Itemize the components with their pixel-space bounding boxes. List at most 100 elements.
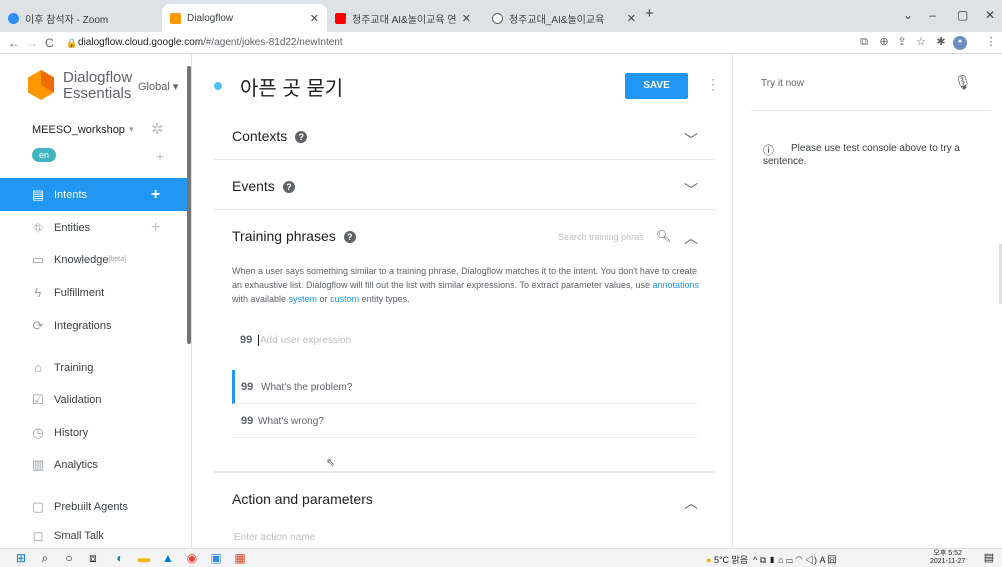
edge-icon[interactable]: ◐	[113, 551, 127, 565]
region-selector[interactable]: Global ▾	[138, 80, 178, 93]
restore-button[interactable]: ▢	[957, 8, 968, 22]
help-icon[interactable]: ?	[295, 131, 308, 143]
sidebar-item-label: Entities	[54, 221, 91, 234]
tab-site[interactable]: 청주교대_AI&놀이교육 ✕	[484, 4, 644, 32]
tab-dialogflow[interactable]: Dialogflow ✕	[162, 4, 327, 32]
lock-icon[interactable]: 🔒	[66, 38, 77, 49]
back-icon[interactable]: ←	[8, 36, 20, 50]
zoom-app-icon[interactable]: ▣	[209, 551, 223, 565]
sidebar-item-entities[interactable]: ⛗ Entities +	[0, 211, 188, 244]
forward-icon[interactable]: →	[26, 36, 38, 50]
close-icon[interactable]: ✕	[462, 12, 471, 25]
add-language-icon[interactable]: +	[156, 148, 164, 164]
training-phrase-row[interactable]: 99 What's wrong?	[232, 404, 698, 438]
help-icon[interactable]: ?	[343, 231, 356, 243]
action-name-input[interactable]: Enter action name	[234, 532, 315, 543]
close-window-button[interactable]: ✕	[985, 8, 995, 22]
sidebar-item-knowledge[interactable]: ▭ Knowledge [beta]	[0, 243, 188, 276]
intent-title[interactable]: 아픈 곳 묻기	[240, 72, 343, 101]
sidebar-item-label: History	[54, 426, 89, 439]
clock[interactable]: 오후 5:52 2021-11-27	[930, 550, 965, 566]
system-link[interactable]: system	[289, 294, 318, 304]
bookmark-star-icon[interactable]: ☆	[915, 36, 927, 48]
tab-zoom[interactable]: 이후 참석자 - Zoom ✕	[0, 4, 188, 32]
tray-icons[interactable]: ^ ⧉ ▮ ⌂ ▭ ◠ ◁) A 囧	[753, 555, 836, 565]
new-tab-button[interactable]: +	[645, 5, 654, 22]
sidebar-item-validation[interactable]: ☑ Validation	[0, 383, 188, 416]
training-description: When a user says something similar to a …	[232, 264, 702, 306]
close-icon[interactable]: ✕	[310, 12, 319, 25]
sidebar-scrollbar[interactable]	[187, 66, 191, 344]
extensions-icon[interactable]: ✱	[935, 36, 947, 48]
chevron-up-icon[interactable]: ︿	[684, 228, 698, 248]
contexts-section[interactable]: Contexts? ﹀	[214, 110, 716, 160]
store-icon[interactable]: ▲	[161, 551, 175, 565]
events-section[interactable]: Events? ﹀	[214, 160, 716, 210]
cortana-icon[interactable]: ○	[62, 551, 76, 565]
sidebar-item-label: Integrations	[54, 319, 112, 332]
tab-youtube[interactable]: 청주교대 AI&놀이교육 연구소 · ✕	[327, 4, 479, 32]
search-training-phrases-input[interactable]: Search training phras	[558, 232, 644, 242]
annotations-link[interactable]: annotations	[653, 280, 700, 290]
language-badge[interactable]: en	[32, 148, 56, 162]
zoom-icon	[8, 12, 19, 24]
brand-name: Dialogflow Essentials	[63, 70, 132, 102]
chrome-icon[interactable]: ◉	[185, 551, 199, 565]
notification-icon[interactable]: ▤	[982, 551, 996, 565]
file-explorer-icon[interactable]: ▬	[137, 551, 151, 565]
training-label: Training phrases	[232, 228, 336, 244]
close-icon[interactable]: ✕	[627, 12, 636, 25]
section-title: Training phrases?	[232, 228, 356, 244]
tab-search-icon[interactable]: ⌄	[903, 8, 913, 22]
contexts-label: Contexts	[232, 128, 288, 144]
add-intent-icon[interactable]: +	[151, 186, 160, 204]
sidebar-item-fulfillment[interactable]: ϟ Fulfillment	[0, 276, 188, 309]
chevron-down-icon[interactable]: ﹀	[684, 180, 698, 200]
windows-start-icon[interactable]: ⊞	[14, 551, 28, 565]
test-console-message: Please use test console above to try a s…	[763, 143, 960, 167]
zoom-icon[interactable]: ⊕	[878, 36, 890, 48]
sidebar-item-prebuilt-agents[interactable]: ▢ Prebuilt Agents	[0, 490, 188, 523]
quote-icon: 99	[240, 334, 253, 346]
sidebar-item-integrations[interactable]: ⟳ Integrations	[0, 309, 188, 342]
sidebar-item-intents[interactable]: ▤ Intents +	[0, 178, 188, 211]
weather-text[interactable]: 5°C 맑음	[714, 555, 748, 565]
sidebar-item-history[interactable]: ◷ History	[0, 416, 188, 449]
search-icon[interactable]: ⌕	[38, 551, 52, 565]
training-phrase-row[interactable]: 99 What's the problem?	[232, 370, 698, 404]
tab-title: Dialogflow	[187, 12, 234, 24]
help-icon[interactable]: ?	[282, 181, 295, 193]
more-options-icon[interactable]: ⋮	[706, 76, 720, 93]
powerpoint-icon[interactable]: ▦	[233, 551, 247, 565]
reload-icon[interactable]: C	[45, 36, 54, 50]
training-phrase-text[interactable]: What's the problem?	[261, 382, 352, 393]
sidebar-item-label: Analytics	[54, 458, 99, 471]
try-it-input[interactable]: Try it now	[761, 78, 804, 89]
share-icon[interactable]: ⇪	[896, 36, 908, 48]
task-view-icon[interactable]: ⧈	[86, 551, 100, 565]
search-icon[interactable]: 🔍︎	[656, 229, 671, 243]
chevron-down-icon[interactable]: ﹀	[684, 130, 698, 150]
sidebar-item-training[interactable]: ⌂ Training	[0, 351, 188, 384]
chevron-up-icon[interactable]: ︿	[684, 493, 698, 513]
agent-selector[interactable]: MEESO_workshop	[32, 124, 125, 136]
translate-icon[interactable]: ⧉	[858, 36, 870, 48]
add-entity-icon[interactable]: +	[151, 219, 160, 237]
url-field[interactable]: dialogflow.cloud.google.com/#/agent/joke…	[78, 35, 758, 51]
chevron-down-icon[interactable]: ▾	[129, 124, 134, 135]
profile-avatar[interactable]: ●	[953, 36, 967, 50]
add-user-expression-input[interactable]: Add user expression	[258, 335, 351, 346]
sidebar-item-analytics[interactable]: ▥ Analytics	[0, 448, 188, 481]
intent-priority-dot[interactable]	[214, 82, 222, 90]
training-phrase-text[interactable]: What's wrong?	[258, 416, 324, 427]
save-button[interactable]: SAVE	[625, 73, 688, 99]
more-menu-icon[interactable]: ⋮	[985, 36, 997, 48]
divider	[751, 110, 991, 111]
sidebar-item-label: Validation	[54, 393, 102, 406]
date-text: 2021-11-27	[930, 558, 966, 565]
minimize-button[interactable]: –	[929, 8, 936, 22]
custom-link[interactable]: custom	[330, 294, 359, 304]
gear-icon[interactable]: ✲	[151, 120, 164, 138]
sidebar-item-small-talk[interactable]: ◻ Small Talk	[0, 523, 188, 548]
microphone-icon[interactable]: 🎙︎	[954, 74, 972, 91]
